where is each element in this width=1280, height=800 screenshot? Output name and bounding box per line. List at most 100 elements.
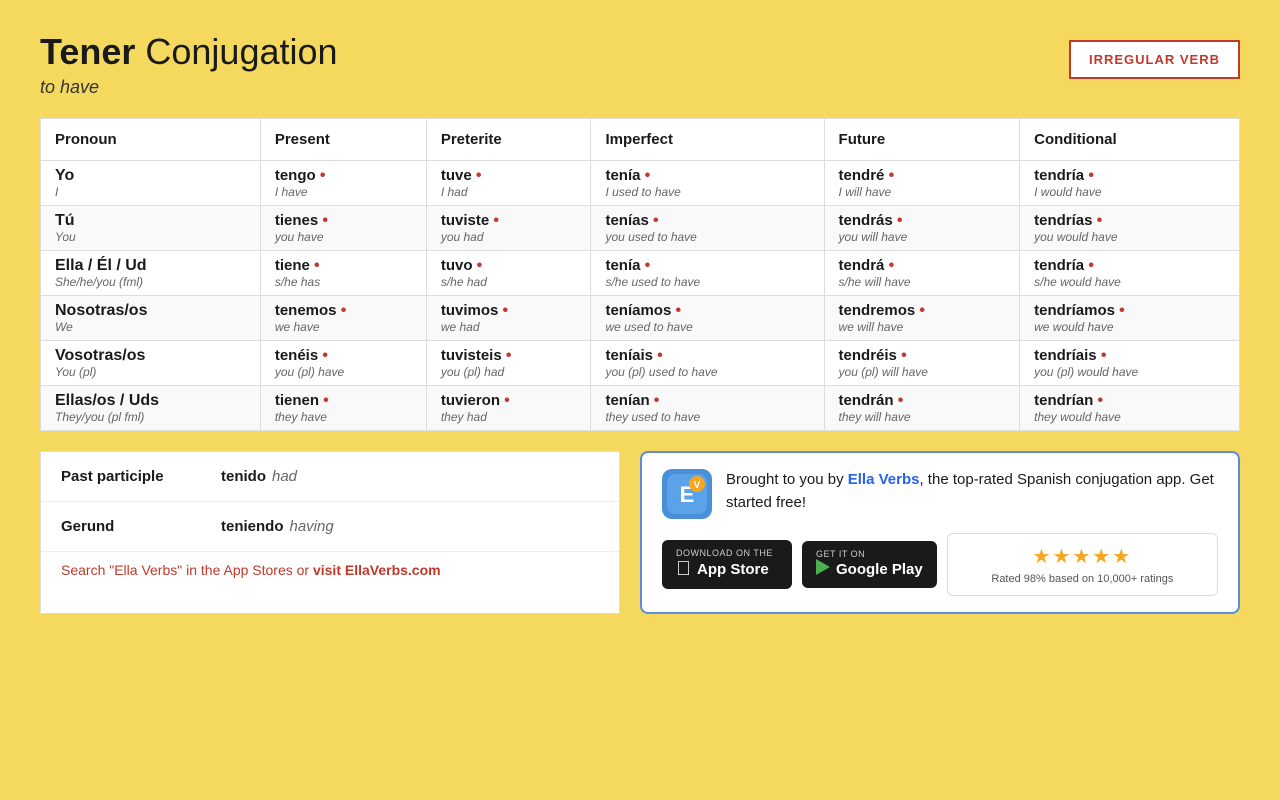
verb-form: tendré • (839, 167, 1006, 185)
title-rest: Conjugation (135, 31, 337, 72)
verb-translation: s/he will have (839, 275, 1006, 289)
verb-cell: tenemos •we have (260, 296, 426, 341)
pronoun-main: Ella / Él / Ud (55, 257, 246, 275)
verb-translation: we will have (839, 320, 1006, 334)
verb-form: tienen • (275, 392, 412, 410)
search-text-content: Search "Ella Verbs" in the App Stores or (61, 562, 309, 578)
verb-cell: tendría •I would have (1020, 161, 1240, 206)
page-title: Tener Conjugation (40, 30, 338, 73)
app-store-sub: Download on the (676, 548, 773, 558)
verb-translation: you (pl) will have (839, 365, 1006, 379)
verb-form: tendrás • (839, 212, 1006, 230)
promo-text: Brought to you by Ella Verbs, the top-ra… (726, 469, 1218, 514)
verb-form: tenía • (605, 257, 809, 275)
pronoun-sub: I (55, 185, 246, 199)
verb-form: tendríais • (1034, 347, 1225, 365)
verb-cell: tuvisteis •you (pl) had (426, 341, 591, 386)
verb-cell: tienen •they have (260, 386, 426, 431)
gerund-value: teniendohaving (221, 518, 334, 535)
pronoun-cell: Ella / Él / UdShe/he/you (fml) (41, 251, 261, 296)
verb-form: tuve • (441, 167, 577, 185)
verb-form: tendremos • (839, 302, 1006, 320)
verb-translation: I have (275, 185, 412, 199)
col-preterite: Preterite (426, 119, 591, 161)
verb-cell: tuvimos •we had (426, 296, 591, 341)
verb-cell: teníais •you (pl) used to have (591, 341, 824, 386)
table-row: TúYoutienes •you havetuviste •you hadten… (41, 206, 1240, 251)
verb-form: tuvo • (441, 257, 577, 275)
verb-translation: you (pl) have (275, 365, 412, 379)
verb-form: tenemos • (275, 302, 412, 320)
ella-verbs-brand-link[interactable]: Ella Verbs (848, 471, 920, 488)
col-pronoun: Pronoun (41, 119, 261, 161)
pronoun-cell: Nosotras/osWe (41, 296, 261, 341)
verb-form: tendría • (1034, 167, 1225, 185)
verb-translation: you had (441, 230, 577, 244)
verb-cell: tienes •you have (260, 206, 426, 251)
verb-translation: they would have (1034, 410, 1225, 424)
verb-form: tenéis • (275, 347, 412, 365)
past-participle-row: Past participle tenidohad (41, 452, 619, 502)
past-participle-label: Past participle (61, 468, 221, 485)
pronoun-sub: They/you (pl fml) (55, 410, 246, 424)
verb-cell: tendremos •we will have (824, 296, 1020, 341)
verb-cell: tenías •you used to have (591, 206, 824, 251)
verb-form: tenía • (605, 167, 809, 185)
pronoun-main: Vosotras/os (55, 347, 246, 365)
verb-cell: tendríais •you (pl) would have (1020, 341, 1240, 386)
pronoun-cell: YoI (41, 161, 261, 206)
pronoun-cell: Vosotras/osYou (pl) (41, 341, 261, 386)
promo-top: E V Brought to you by Ella Verbs, the to… (662, 469, 1218, 519)
pronoun-cell: Ellas/os / UdsThey/you (pl fml) (41, 386, 261, 431)
verb-form: tendrías • (1034, 212, 1225, 230)
table-row: Ellas/os / UdsThey/you (pl fml)tienen •t… (41, 386, 1240, 431)
verb-translation: you used to have (605, 230, 809, 244)
search-text: Search "Ella Verbs" in the App Stores or… (61, 562, 441, 578)
pronoun-main: Yo (55, 167, 246, 185)
verb-cell: tendréis •you (pl) will have (824, 341, 1020, 386)
ella-verbs-icon: E V (662, 469, 712, 519)
verb-cell: tenían •they used to have (591, 386, 824, 431)
play-icon (816, 559, 830, 580)
verb-translation: we used to have (605, 320, 809, 334)
verb-cell: tendríamos •we would have (1020, 296, 1240, 341)
page-header: Tener Conjugation to have IRREGULAR VERB (40, 30, 1240, 98)
apple-icon:  (676, 558, 691, 581)
ella-verbs-link[interactable]: visit EllaVerbs.com (313, 562, 441, 578)
verb-form: teníais • (605, 347, 809, 365)
verb-form: tienes • (275, 212, 412, 230)
past-participle-word: tenido (221, 468, 266, 485)
app-store-button[interactable]: Download on the  App Store (662, 540, 792, 589)
verb-translation: s/he would have (1034, 275, 1225, 289)
verb-form: tuviste • (441, 212, 577, 230)
verb-translation: we had (441, 320, 577, 334)
verb-cell: tuve •I had (426, 161, 591, 206)
verb-cell: tuvo •s/he had (426, 251, 591, 296)
verb-translation: they had (441, 410, 577, 424)
verb-cell: tendrás •you will have (824, 206, 1020, 251)
verb-translation: you (pl) would have (1034, 365, 1225, 379)
verb-translation: I would have (1034, 185, 1225, 199)
gerund-row: Gerund teniendohaving (41, 502, 619, 552)
pronoun-sub: You (pl) (55, 365, 246, 379)
verb-form: tuvisteis • (441, 347, 577, 365)
col-conditional: Conditional (1020, 119, 1240, 161)
gerund-trans: having (290, 518, 334, 535)
title-verb: Tener (40, 31, 135, 72)
verb-form: tendríamos • (1034, 302, 1225, 320)
verb-form: tuvimos • (441, 302, 577, 320)
verb-cell: tenía •s/he used to have (591, 251, 824, 296)
google-play-sub: GET IT ON (816, 549, 865, 559)
promo-text-start: Brought to you by (726, 471, 848, 488)
verb-translation: s/he had (441, 275, 577, 289)
svg-text:V: V (694, 480, 701, 491)
verb-form: tendría • (1034, 257, 1225, 275)
google-play-button[interactable]: GET IT ON Google Play (802, 541, 937, 588)
col-present: Present (260, 119, 426, 161)
col-future: Future (824, 119, 1020, 161)
verb-form: tendrían • (1034, 392, 1225, 410)
verb-cell: tuvieron •they had (426, 386, 591, 431)
verb-form: tenían • (605, 392, 809, 410)
verb-form: tenías • (605, 212, 809, 230)
rating-box: ★★★★★ Rated 98% based on 10,000+ ratings (947, 533, 1218, 596)
